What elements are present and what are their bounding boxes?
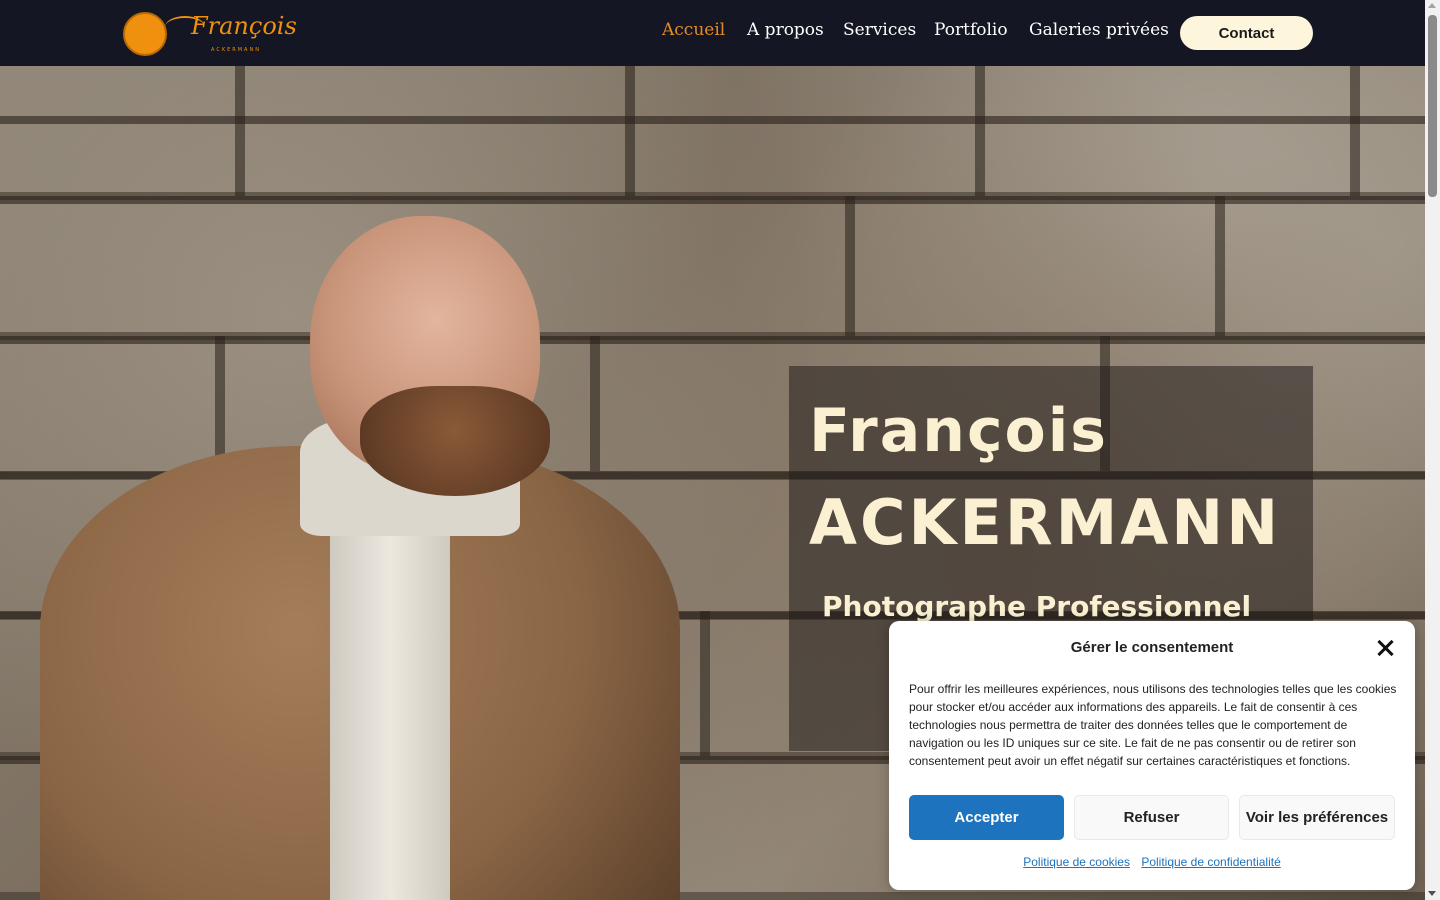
portrait-photo (40, 216, 680, 900)
nav-item-galeries-privees[interactable]: Galeries privées (1029, 20, 1169, 40)
consent-title: Gérer le consentement (1070, 639, 1234, 656)
accept-button[interactable]: Accepter (909, 795, 1064, 840)
scroll-thumb[interactable] (1428, 15, 1437, 197)
nav-item-services[interactable]: Services (843, 20, 916, 40)
nav-item-accueil[interactable]: Accueil (662, 20, 725, 40)
scroll-up-arrow-icon[interactable] (1428, 3, 1436, 8)
nav-item-a-propos[interactable]: A propos (747, 20, 824, 40)
consent-text: Pour offrir les meilleures expériences, … (909, 682, 1397, 768)
brick-mortar-joint (975, 66, 985, 196)
brick-mortar-joint (700, 611, 710, 756)
close-icon[interactable] (1375, 638, 1395, 658)
brick-mortar-joint (235, 66, 245, 196)
brick-mortar-joint (1350, 66, 1360, 196)
brick-mortar-line (0, 116, 1425, 124)
hero-last-name: ACKERMANN (809, 486, 1282, 559)
nav-item-portfolio[interactable]: Portfolio (934, 20, 1008, 40)
consent-links: Politique de cookies Politique de confid… (889, 855, 1415, 869)
cookie-policy-link[interactable]: Politique de cookies (1023, 855, 1130, 869)
site-header: François ACKERMANN Accueil A propos Serv… (0, 0, 1425, 66)
brick-mortar-joint (625, 66, 635, 196)
refuse-button[interactable]: Refuser (1074, 795, 1229, 840)
view-preferences-button[interactable]: Voir les préférences (1239, 795, 1395, 840)
hero-first-name: François (809, 396, 1109, 466)
portrait-sweater (330, 486, 450, 900)
page-scrollbar[interactable] (1425, 0, 1440, 900)
cookie-consent-dialog: Gérer le consentement Pour offrir les me… (889, 621, 1415, 890)
main-nav: Accueil A propos Services Portfolio Gale… (0, 0, 1425, 66)
portrait-beard (360, 386, 550, 496)
contact-button[interactable]: Contact (1180, 16, 1313, 50)
hero-subtitle: Photographe Professionnel (822, 590, 1252, 623)
brick-mortar-joint (845, 196, 855, 336)
brick-mortar-line (0, 196, 1425, 204)
scroll-down-arrow-icon[interactable] (1428, 891, 1436, 896)
brick-mortar-joint (1215, 196, 1225, 336)
privacy-policy-link[interactable]: Politique de confidentialité (1141, 855, 1280, 869)
